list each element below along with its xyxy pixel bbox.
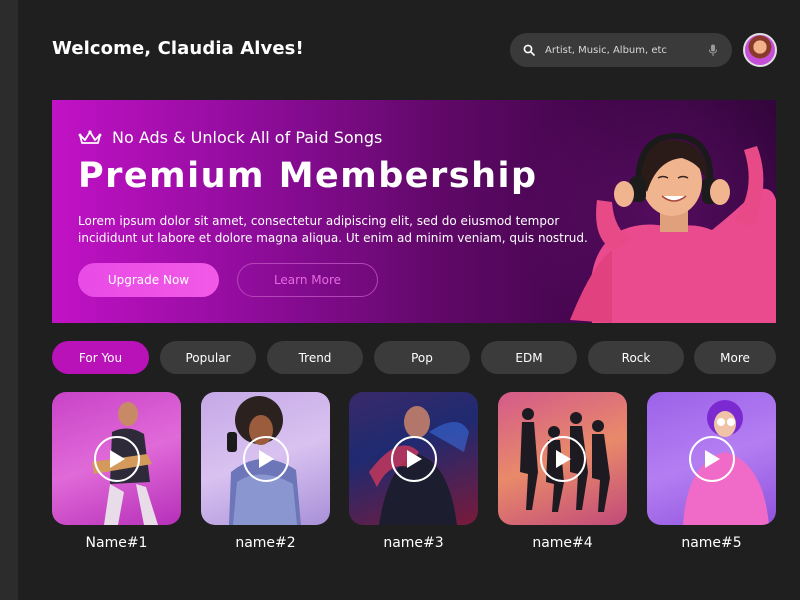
play-icon[interactable] — [243, 436, 289, 482]
banner-woman-headphones-image — [570, 132, 776, 323]
upgrade-now-button[interactable]: Upgrade Now — [78, 263, 219, 297]
promo-line: No Ads & Unlock All of Paid Songs — [78, 128, 382, 147]
music-cards: Name#1 name#2 name#3 name#4 name#5 — [52, 392, 776, 562]
play-icon[interactable] — [94, 436, 140, 482]
music-card[interactable]: Name#1 — [52, 392, 181, 551]
tab-rock[interactable]: Rock — [588, 341, 684, 374]
play-icon[interactable] — [689, 436, 735, 482]
tab-pop[interactable]: Pop — [374, 341, 470, 374]
card-thumbnail[interactable] — [201, 392, 330, 525]
learn-more-button[interactable]: Learn More — [237, 263, 378, 297]
search-bar[interactable]: Artist, Music, Album, etc — [510, 33, 732, 67]
microphone-icon[interactable] — [706, 43, 720, 57]
music-card[interactable]: name#4 — [498, 392, 627, 551]
banner-description-line1: Lorem ipsum dolor sit amet, consectetur … — [78, 214, 560, 228]
search-input[interactable]: Artist, Music, Album, etc — [545, 45, 706, 56]
tab-trend[interactable]: Trend — [267, 341, 363, 374]
tab-more[interactable]: More — [694, 341, 776, 374]
app-window: Welcome, Claudia Alves! Artist, Music, A… — [18, 0, 800, 600]
music-card[interactable]: name#2 — [201, 392, 330, 551]
card-title: name#4 — [532, 535, 593, 551]
crown-icon — [78, 129, 102, 146]
banner-description-line2: incididunt ut labore et dolore magna ali… — [78, 231, 588, 245]
card-title: name#3 — [383, 535, 444, 551]
banner-description: Lorem ipsum dolor sit amet, consectetur … — [78, 213, 598, 247]
genre-tabs: For You Popular Trend Pop EDM Rock More — [52, 341, 776, 375]
card-title: Name#1 — [85, 535, 148, 551]
welcome-heading: Welcome, Claudia Alves! — [52, 38, 304, 59]
tab-edm[interactable]: EDM — [481, 341, 577, 374]
card-thumbnail[interactable] — [498, 392, 627, 525]
left-edge-strip — [0, 0, 18, 600]
tab-popular[interactable]: Popular — [160, 341, 256, 374]
music-card[interactable]: name#5 — [647, 392, 776, 551]
search-icon — [522, 43, 536, 57]
play-icon[interactable] — [391, 436, 437, 482]
card-thumbnail[interactable] — [52, 392, 181, 525]
premium-banner: No Ads & Unlock All of Paid Songs Premiu… — [52, 100, 776, 323]
banner-title: Premium Membership — [78, 156, 538, 196]
play-icon[interactable] — [540, 436, 586, 482]
promo-text: No Ads & Unlock All of Paid Songs — [112, 128, 383, 147]
card-thumbnail[interactable] — [647, 392, 776, 525]
tab-for-you[interactable]: For You — [52, 341, 149, 374]
music-card[interactable]: name#3 — [349, 392, 478, 551]
card-title: name#2 — [235, 535, 296, 551]
card-thumbnail[interactable] — [349, 392, 478, 525]
card-title: name#5 — [681, 535, 742, 551]
user-avatar[interactable] — [743, 33, 777, 67]
